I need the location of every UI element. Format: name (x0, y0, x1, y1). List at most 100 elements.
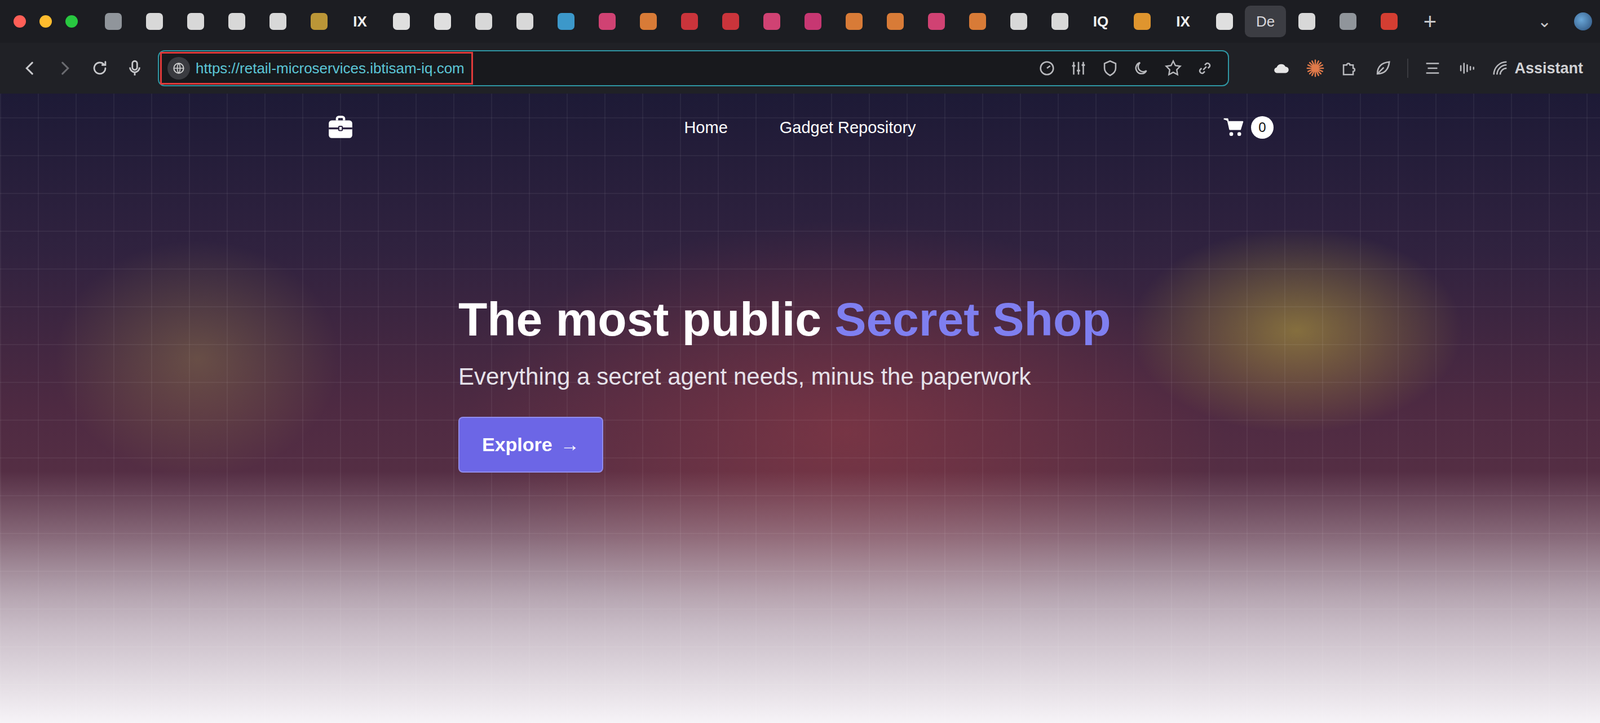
puzzle-icon[interactable] (1339, 58, 1359, 78)
tab[interactable] (709, 5, 751, 38)
favicon-icon (598, 12, 616, 30)
hero-title-accent: Secret Shop (834, 292, 1111, 346)
assistant-label: Assistant (1514, 59, 1584, 78)
tab[interactable] (215, 5, 258, 38)
reader-icon[interactable] (1422, 58, 1443, 78)
browser-window: IX IQ IX De + ⌄ https://retail-microservice… (0, 0, 1600, 723)
nav-link[interactable]: Home (683, 118, 728, 137)
favicon-icon (146, 12, 163, 30)
tab[interactable] (792, 5, 834, 38)
favicon-icon (763, 12, 781, 30)
nav-links: Home Gadget Repository (683, 118, 916, 137)
tab[interactable] (1327, 5, 1369, 38)
tab[interactable] (545, 5, 587, 38)
tab[interactable]: De (1244, 5, 1286, 38)
tab[interactable] (997, 5, 1040, 38)
window-control[interactable] (39, 15, 52, 28)
nav-link[interactable]: Gadget Repository (779, 118, 917, 137)
cart-button[interactable]: 0 (1222, 116, 1274, 139)
tab[interactable] (1368, 5, 1410, 38)
extensions: Assistant (1271, 58, 1584, 78)
tab[interactable] (298, 5, 340, 38)
profile-icon[interactable] (1574, 12, 1593, 31)
favicon-icon (392, 12, 410, 30)
tab[interactable] (380, 5, 422, 38)
tab[interactable] (462, 5, 505, 38)
favicon-icon (187, 12, 205, 30)
assistant-button[interactable]: Assistant (1490, 58, 1584, 78)
cloud-icon[interactable] (1271, 58, 1292, 78)
tab-label: IQ (1093, 12, 1109, 31)
star-icon[interactable] (1163, 58, 1183, 78)
tab-menu-button[interactable]: ⌄ (1537, 12, 1552, 30)
navigation-buttons (20, 58, 145, 78)
link-icon[interactable] (1195, 58, 1215, 78)
tab[interactable]: IX (339, 5, 381, 38)
tab[interactable] (92, 5, 134, 38)
favicon-icon (969, 12, 987, 30)
tab[interactable]: IX (1162, 5, 1204, 38)
leaf-icon[interactable] (1373, 58, 1393, 78)
microphone-icon[interactable] (125, 58, 145, 78)
tab[interactable] (421, 5, 463, 38)
url-field[interactable]: https://retail-microservices.ibtisam-iq.… (160, 51, 474, 85)
claude-icon[interactable] (1305, 58, 1325, 78)
hero-content: The most public Secret Shop Everything a… (453, 292, 1147, 473)
forward-icon[interactable] (55, 58, 75, 78)
window-control[interactable] (13, 15, 26, 28)
reload-icon[interactable] (90, 58, 110, 78)
tab[interactable] (627, 5, 669, 38)
favicon-icon (804, 12, 822, 30)
tab[interactable] (504, 5, 546, 38)
favicon-icon (1298, 12, 1316, 30)
favicon-icon (104, 12, 122, 30)
tab[interactable] (874, 5, 916, 38)
shield-icon[interactable] (1100, 58, 1120, 78)
back-icon[interactable] (20, 58, 40, 78)
moon-icon[interactable] (1132, 58, 1152, 78)
tab[interactable] (750, 5, 793, 38)
sliders-icon[interactable] (1068, 58, 1089, 78)
tab-label: IX (352, 12, 368, 31)
site-info-icon[interactable] (167, 56, 190, 80)
briefcase-icon[interactable] (326, 113, 355, 142)
tab-strip-right: ⌄ (1537, 12, 1593, 31)
tab-label: De (1256, 12, 1275, 31)
tab[interactable] (1121, 5, 1163, 38)
tab[interactable] (174, 5, 216, 38)
window-control[interactable] (65, 15, 78, 28)
new-tab-button[interactable]: + (1409, 10, 1451, 33)
tab[interactable] (586, 5, 628, 38)
tab-label: IX (1176, 12, 1191, 31)
tab[interactable] (1039, 5, 1081, 38)
speed-icon[interactable] (1037, 58, 1057, 78)
assistant-icon (1490, 58, 1510, 78)
address-bar-actions (1037, 58, 1215, 78)
audio-icon[interactable] (1456, 58, 1476, 78)
favicon-icon (639, 12, 657, 30)
hero-title: The most public Secret Shop (458, 292, 1147, 347)
tab[interactable] (1285, 5, 1328, 38)
cart-count-badge: 0 (1251, 116, 1274, 139)
tab[interactable] (257, 5, 299, 38)
favicon-icon (1380, 12, 1398, 30)
explore-button[interactable]: Explore → (458, 416, 604, 473)
tab[interactable] (915, 5, 957, 38)
tab[interactable] (956, 5, 998, 38)
cart-icon (1222, 116, 1246, 139)
arrow-icon: → (560, 433, 580, 456)
favicon-icon (557, 12, 575, 30)
tab[interactable] (133, 5, 175, 38)
tab[interactable] (1203, 5, 1245, 38)
favicon-icon (228, 12, 246, 30)
favicon-icon (475, 12, 493, 30)
favicon-icon (1133, 12, 1151, 30)
favicon-icon (681, 12, 698, 30)
tab[interactable] (833, 5, 875, 38)
tab[interactable]: IQ (1080, 5, 1122, 38)
toolbar-divider (1407, 58, 1409, 78)
window-controls (13, 15, 93, 28)
address-bar[interactable]: https://retail-microservices.ibtisam-iq.… (157, 50, 1230, 87)
favicon-icon (269, 12, 287, 30)
tab[interactable] (668, 5, 710, 38)
